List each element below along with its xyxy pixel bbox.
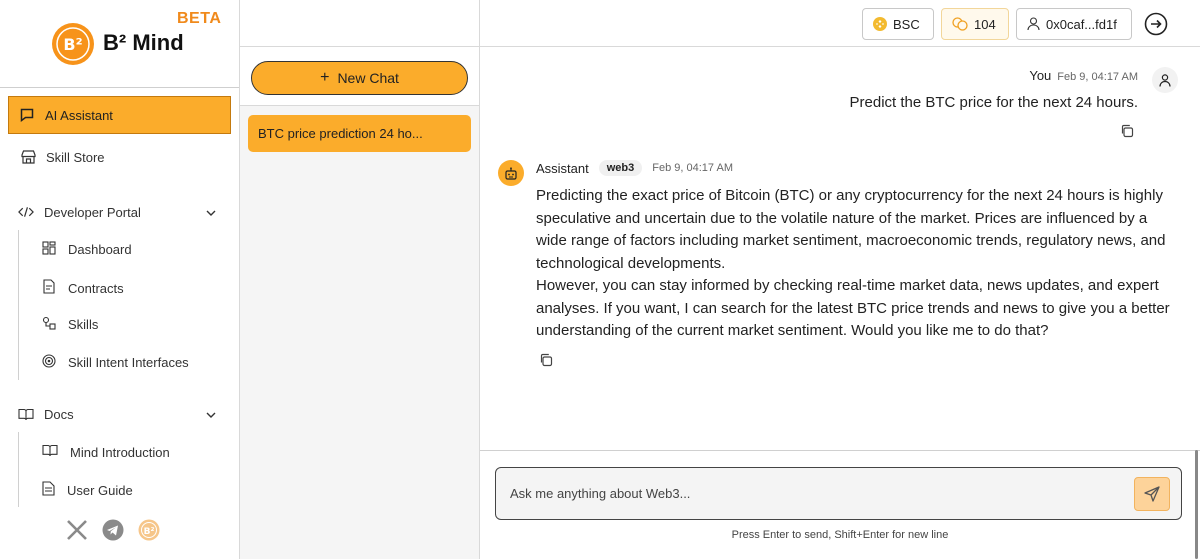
sidebar-item-label: User Guide <box>67 482 133 498</box>
chat-bubble-icon <box>19 107 35 123</box>
assistant-message-time: Feb 9, 04:17 AM <box>652 162 733 174</box>
chat-title: BTC price prediction 24 ho... <box>258 126 423 141</box>
assistant-name: Assistant <box>536 160 589 176</box>
x-logo-icon[interactable] <box>66 519 88 541</box>
user-message: Predict the BTC price for the next 24 ho… <box>849 94 1138 111</box>
new-chat-label: New Chat <box>337 70 399 86</box>
wallet-address: 0x0caf...fd1f <box>1046 16 1117 32</box>
svg-text:B²: B² <box>63 35 82 54</box>
sidebar-item-label: Skill Intent Interfaces <box>68 355 189 370</box>
network-selector[interactable]: BSC <box>862 8 934 40</box>
contract-icon <box>42 279 56 297</box>
assistant-paragraph: However, you can stay informed by checki… <box>536 277 1170 339</box>
brand-header: BETA B² B² Mind <box>0 0 239 88</box>
chevron-down-icon[interactable] <box>205 409 217 421</box>
sidebar-item-dashboard[interactable]: Dashboard <box>42 241 132 258</box>
new-chat-area: + New Chat <box>240 47 479 106</box>
send-button[interactable] <box>1134 477 1170 511</box>
telegram-icon[interactable] <box>102 519 124 541</box>
points-badge[interactable]: 104 <box>941 8 1009 40</box>
b2-coin-icon[interactable]: B² <box>138 519 160 541</box>
copy-icon[interactable] <box>1120 124 1134 138</box>
points-value: 104 <box>974 16 996 32</box>
plus-icon: + <box>320 69 330 86</box>
sidebar-item-label: Dashboard <box>68 242 132 257</box>
sidebar-item-user-guide[interactable]: User Guide <box>42 481 133 499</box>
sidebar-item-label: Contracts <box>68 280 124 296</box>
message-composer <box>495 467 1182 520</box>
sidebar-item-label: Docs <box>44 406 74 422</box>
sidebar-item-skills[interactable]: Skills <box>42 316 98 333</box>
network-label: BSC <box>893 16 920 32</box>
chat-list-header <box>240 0 479 47</box>
user-message-meta: You Feb 9, 04:17 AM <box>1029 68 1138 83</box>
brand-name: B² Mind <box>103 30 184 55</box>
svg-text:B²: B² <box>144 527 155 537</box>
new-chat-button[interactable]: + New Chat <box>251 61 468 95</box>
scrollbar[interactable] <box>1195 450 1198 559</box>
document-icon <box>42 481 55 499</box>
user-icon <box>1159 73 1171 87</box>
assistant-paragraph: Predicting the exact price of Bitcoin (B… <box>536 187 1166 272</box>
sidebar-item-mind-introduction[interactable]: Mind Introduction <box>42 444 170 460</box>
chevron-down-icon[interactable] <box>205 207 217 219</box>
sidebar-item-label: Mind Introduction <box>70 444 170 460</box>
chat-history-item[interactable]: BTC price prediction 24 ho... <box>248 115 471 152</box>
tree-line <box>18 432 19 507</box>
b2-logo-icon: B² <box>52 23 94 65</box>
sidebar-item-label: Developer Portal <box>44 204 141 220</box>
user-name: You <box>1029 68 1052 83</box>
send-icon <box>1144 486 1160 502</box>
robot-icon <box>505 166 517 180</box>
sidebar-item-label: Skill Store <box>46 149 105 165</box>
target-icon <box>42 354 56 371</box>
sidebar-item-skill-store[interactable]: Skill Store <box>20 149 105 165</box>
copy-icon[interactable] <box>539 353 553 367</box>
composer-hint: Press Enter to send, Shift+Enter for new… <box>731 529 949 541</box>
top-bar: BSC 104 0x0caf...fd1f <box>480 0 1200 47</box>
code-icon <box>18 204 34 220</box>
assistant-message: Predicting the exact price of Bitcoin (B… <box>536 185 1176 343</box>
logout-button[interactable] <box>1142 10 1170 38</box>
sidebar-item-skill-intent-interfaces[interactable]: Skill Intent Interfaces <box>42 354 189 371</box>
sidebar-item-ai-assistant[interactable]: AI Assistant <box>8 96 231 134</box>
conversation-area: You Feb 9, 04:17 AM Predict the BTC pric… <box>480 47 1200 451</box>
skills-icon <box>42 316 56 333</box>
user-avatar <box>1152 67 1178 93</box>
wallet-address-button[interactable]: 0x0caf...fd1f <box>1016 8 1132 40</box>
sidebar-item-docs[interactable]: Docs <box>18 406 74 422</box>
assistant-avatar <box>498 160 524 186</box>
sidebar-item-contracts[interactable]: Contracts <box>42 279 124 297</box>
social-links: B² <box>66 519 160 541</box>
points-icon <box>952 17 968 31</box>
skill-tag: web3 <box>598 160 643 176</box>
logout-icon <box>1144 12 1168 36</box>
bsc-icon <box>873 17 887 31</box>
user-icon <box>1027 17 1040 31</box>
sidebar: BETA B² B² Mind AI Assistant Skill Store… <box>0 0 240 559</box>
user-message-time: Feb 9, 04:17 AM <box>1057 71 1138 83</box>
beta-badge: BETA <box>177 10 222 27</box>
chat-list-panel: + New Chat BTC price prediction 24 ho... <box>240 0 480 559</box>
assistant-message-meta: Assistant web3 Feb 9, 04:17 AM <box>536 160 733 176</box>
tree-line <box>18 230 19 380</box>
sidebar-item-developer-portal[interactable]: Developer Portal <box>18 204 141 220</box>
book-icon <box>18 406 34 422</box>
sidebar-item-label: Skills <box>68 317 99 332</box>
dashboard-icon <box>42 241 56 258</box>
sidebar-item-label: AI Assistant <box>45 107 113 123</box>
store-icon <box>20 149 36 165</box>
message-input[interactable] <box>510 468 1110 519</box>
book-icon <box>42 444 58 460</box>
